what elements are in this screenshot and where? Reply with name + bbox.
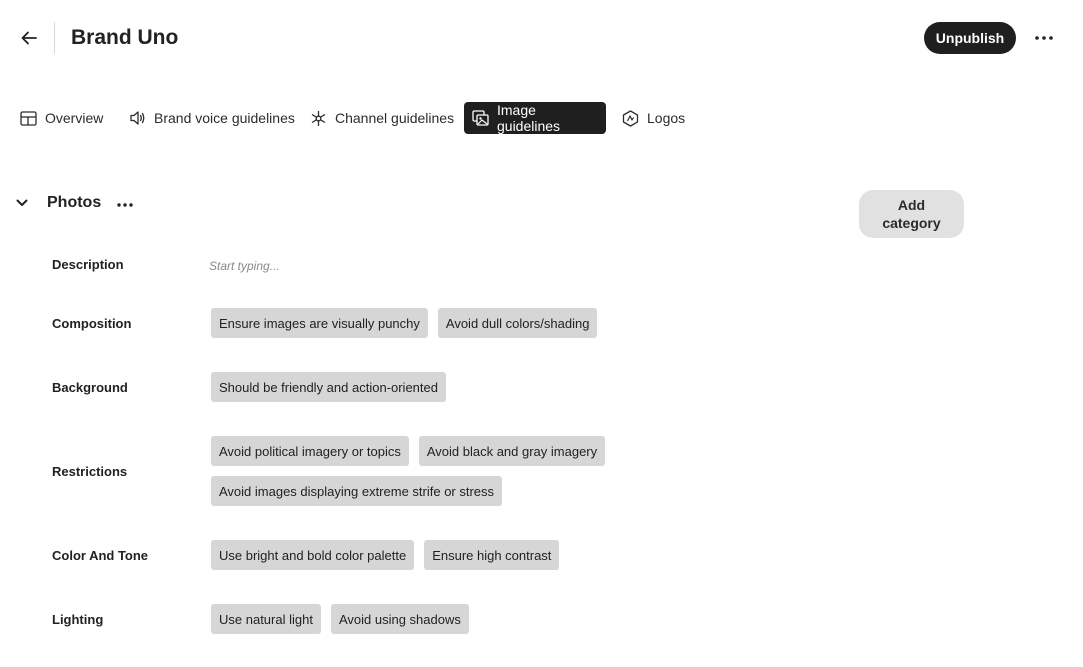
lighting-chips: Use natural light Avoid using shadows: [211, 604, 631, 634]
background-chips: Should be friendly and action-oriented: [211, 372, 631, 402]
add-category-label-line1: Add: [897, 197, 926, 213]
more-horizontal-icon: [117, 203, 133, 207]
tab-logos[interactable]: Logos: [614, 102, 693, 134]
guideline-chip[interactable]: Avoid political imagery or topics: [211, 436, 409, 466]
row-label-restrictions: Restrictions: [52, 464, 128, 479]
tab-label: Overview: [45, 110, 104, 126]
tab-label: Logos: [647, 110, 686, 126]
guideline-chip[interactable]: Ensure high contrast: [424, 540, 560, 570]
unpublish-button[interactable]: Unpublish: [924, 22, 1016, 54]
tab-channel-guidelines[interactable]: Channel guidelines: [302, 102, 462, 134]
tab-label: Image guidelines: [497, 102, 561, 134]
section-title: Photos: [47, 194, 102, 211]
guideline-chip[interactable]: Avoid images displaying extreme strife o…: [211, 476, 503, 506]
description-label: Description: [52, 257, 124, 272]
layout-icon: [20, 110, 37, 126]
section-more-button[interactable]: [112, 195, 138, 215]
tab-label: Channel guidelines: [335, 110, 455, 126]
row-label-color-and-tone: Color And Tone: [52, 548, 149, 563]
color-and-tone-chips: Use bright and bold color palette Ensure…: [211, 540, 631, 570]
guideline-chip[interactable]: Ensure images are visually punchy: [211, 308, 428, 338]
images-icon: [472, 110, 489, 126]
speaker-icon: [130, 111, 145, 125]
chevron-down-icon: [16, 199, 28, 206]
guideline-chip[interactable]: Avoid using shadows: [330, 604, 469, 634]
row-label-lighting: Lighting: [52, 612, 104, 627]
guideline-chip[interactable]: Avoid dull colors/shading: [437, 308, 598, 338]
row-label-background: Background: [52, 380, 128, 395]
description-input[interactable]: [209, 256, 609, 276]
tab-overview[interactable]: Overview: [12, 102, 111, 134]
collapse-section-button[interactable]: [12, 193, 32, 213]
tab-label: Brand voice guidelines: [154, 110, 295, 126]
tab-brand-voice-guidelines[interactable]: Brand voice guidelines: [121, 102, 303, 134]
header-divider: [54, 22, 55, 54]
network-icon: [311, 110, 326, 126]
more-horizontal-icon: [1035, 36, 1053, 40]
page-title: Brand Uno: [71, 26, 179, 49]
row-label-composition: Composition: [52, 316, 132, 331]
add-category-button[interactable]: Add category: [859, 190, 964, 238]
composition-chips: Ensure images are visually punchy Avoid …: [211, 308, 631, 338]
back-button[interactable]: [14, 24, 44, 52]
restrictions-chips: Avoid political imagery or topics Avoid …: [211, 436, 611, 506]
add-category-label-line2: category: [882, 215, 941, 231]
guideline-chip[interactable]: Use bright and bold color palette: [211, 540, 415, 570]
tab-image-guidelines[interactable]: Image guidelines: [464, 102, 606, 134]
guideline-chip[interactable]: Use natural light: [211, 604, 321, 634]
logo-badge-icon: [622, 109, 639, 127]
arrow-left-icon: [21, 31, 37, 45]
guideline-chip[interactable]: Avoid black and gray imagery: [418, 436, 606, 466]
more-options-button[interactable]: [1028, 24, 1060, 52]
guideline-chip[interactable]: Should be friendly and action-oriented: [211, 372, 446, 402]
